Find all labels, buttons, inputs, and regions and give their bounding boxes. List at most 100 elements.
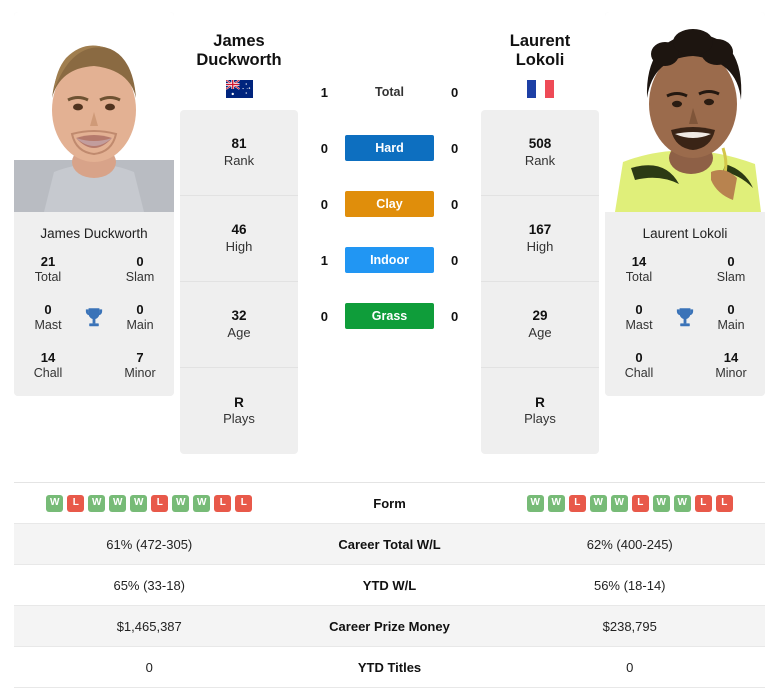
form-cell-right: WWLWWLWWLL <box>495 494 766 512</box>
stat-chall-label-right: Chall <box>624 366 654 381</box>
trophy-icon-right <box>667 305 703 331</box>
player-name-left: James Duckworth <box>40 226 148 241</box>
h2h-row-clay: 0 Clay 0 <box>304 176 475 232</box>
form-badge-right-6[interactable]: W <box>652 494 670 512</box>
h2h-indoor-left-score: 1 <box>320 252 329 268</box>
rank-boxes-left: 81 Rank 46 High 32 Age R Plays <box>180 109 298 454</box>
player-photo-left <box>14 12 174 212</box>
flag-wrap-right <box>481 79 599 98</box>
stat-mast-value-right: 0 <box>635 302 643 318</box>
table-label-career-prize: Career Prize Money <box>329 618 450 634</box>
form-cell-left: WLWWWLWWLL <box>14 494 285 512</box>
form-badge-right-1[interactable]: W <box>547 494 565 512</box>
stat-minor-label-left: Minor <box>124 366 156 381</box>
form-badge-left-2[interactable]: W <box>88 494 106 512</box>
player-summary-right: Laurent Lokoli 14 Total 0 Slam 0 Mast 0 … <box>605 212 765 396</box>
form-badge-left-6[interactable]: W <box>172 494 190 512</box>
player-portrait-left-image <box>14 12 174 212</box>
player-card-right[interactable]: Laurent Lokoli 14 Total 0 Slam 0 Mast 0 … <box>605 12 765 396</box>
age-value-right: 29 <box>532 308 548 324</box>
rank-box-high-right: 167 High <box>481 196 599 282</box>
stat-slam-value-left: 0 <box>136 254 144 270</box>
stat-chall-label-left: Chall <box>33 366 63 381</box>
player-card-left[interactable]: James Duckworth 21 Total 0 Slam 0 Mast 0… <box>14 12 174 396</box>
stat-slam-label-right: Slam <box>716 270 746 285</box>
form-badge-right-2[interactable]: L <box>568 494 586 512</box>
form-badge-left-5[interactable]: L <box>151 494 169 512</box>
stat-main-left: 0 Main <box>112 302 168 334</box>
h2h-total-right-score: 0 <box>450 84 459 100</box>
stat-minor-label-right: Minor <box>715 366 747 381</box>
h2h-clay-left-score: 0 <box>320 196 329 212</box>
trophy-icon-left-glyph <box>85 308 103 327</box>
rank-box-rank-left: 81 Rank <box>180 110 298 196</box>
high-value-right: 167 <box>528 222 552 238</box>
form-badge-left-8[interactable]: L <box>214 494 232 512</box>
player-first-name-right: Laurent <box>509 32 571 50</box>
stat-total-label-right: Total <box>625 270 653 285</box>
plays-value-right: R <box>535 394 545 410</box>
table-row-form: WLWWWLWWLL Form WWLWWLWWLL <box>14 483 765 524</box>
player-portrait-right-image <box>605 12 765 212</box>
form-badge-right-3[interactable]: W <box>589 494 607 512</box>
table-label-ytd-wl: YTD W/L <box>362 577 417 593</box>
rank-box-plays-left: R Plays <box>180 368 298 454</box>
trophy-icon-left <box>76 305 112 331</box>
rank-label-right: Rank <box>524 152 556 168</box>
form-badge-right-4[interactable]: W <box>610 494 628 512</box>
table-row-career-prize: $1,465,387 Career Prize Money $238,795 <box>14 606 765 647</box>
stat-main-value-right: 0 <box>727 302 735 318</box>
stat-total-left: 21 Total <box>20 254 76 286</box>
form-badge-right-5[interactable]: L <box>631 494 649 512</box>
form-strip-left: WLWWWLWWLL <box>14 494 285 512</box>
player-first-name-left: James <box>213 32 265 50</box>
h2h-total-left-score: 1 <box>320 84 329 100</box>
form-badge-left-1[interactable]: L <box>67 494 85 512</box>
stat-minor-value-left: 7 <box>136 349 144 365</box>
surface-badge-grass[interactable]: Grass <box>344 303 435 329</box>
france-flag-icon <box>526 79 554 98</box>
form-badge-left-0[interactable]: W <box>46 494 64 512</box>
surface-badge-hard[interactable]: Hard <box>344 135 435 161</box>
stat-mast-label-right: Mast <box>625 318 653 333</box>
h2h-row-hard: 0 Hard 0 <box>304 120 475 176</box>
stat-slam-value-right: 0 <box>727 254 735 270</box>
high-label-left: High <box>225 238 253 254</box>
form-badge-right-9[interactable]: L <box>715 494 733 512</box>
flag-wrap-left <box>180 79 298 98</box>
rank-column-left: James Duckworth 81 Rank 46 High 32 Age R… <box>180 12 298 454</box>
stat-total-value-left: 21 <box>40 254 56 270</box>
table-label-ytd-titles: YTD Titles <box>357 659 422 675</box>
age-value-left: 32 <box>231 308 247 324</box>
form-badge-left-9[interactable]: L <box>235 494 253 512</box>
plays-value-left: R <box>234 394 244 410</box>
stat-total-value-right: 14 <box>631 254 647 270</box>
h2h-grass-left-score: 0 <box>320 308 329 324</box>
form-badge-left-7[interactable]: W <box>193 494 211 512</box>
rank-boxes-right: 508 Rank 167 High 29 Age R Plays <box>481 109 599 454</box>
career-prize-left: $1,465,387 <box>116 618 182 634</box>
stat-chall-value-right: 0 <box>635 349 643 365</box>
high-value-left: 46 <box>231 222 247 238</box>
stat-chall-left: 14 Chall <box>20 350 76 382</box>
form-badge-right-8[interactable]: L <box>694 494 712 512</box>
age-label-right: Age <box>528 324 552 340</box>
surface-badge-indoor[interactable]: Indoor <box>344 247 435 273</box>
form-badge-right-7[interactable]: W <box>673 494 691 512</box>
surface-badge-clay[interactable]: Clay <box>344 191 435 217</box>
australia-flag-icon <box>225 79 253 98</box>
form-badge-left-4[interactable]: W <box>130 494 148 512</box>
table-row-ytd-titles: 0 YTD Titles 0 <box>14 647 765 688</box>
plays-label-left: Plays <box>223 411 255 427</box>
form-badge-right-0[interactable]: W <box>526 494 544 512</box>
stat-chall-value-left: 14 <box>40 349 56 365</box>
career-wl-right: 62% (400-245) <box>586 536 673 552</box>
ytd-wl-right: 56% (18-14) <box>593 577 666 593</box>
rank-box-rank-right: 508 Rank <box>481 110 599 196</box>
stat-mast-right: 0 Mast <box>611 302 667 334</box>
stat-slam-left: 0 Slam <box>112 254 168 286</box>
h2h-total-label: Total <box>375 85 404 99</box>
stat-minor-left: 7 Minor <box>112 350 168 382</box>
player-title-left: James Duckworth <box>180 12 298 110</box>
form-badge-left-3[interactable]: W <box>109 494 127 512</box>
